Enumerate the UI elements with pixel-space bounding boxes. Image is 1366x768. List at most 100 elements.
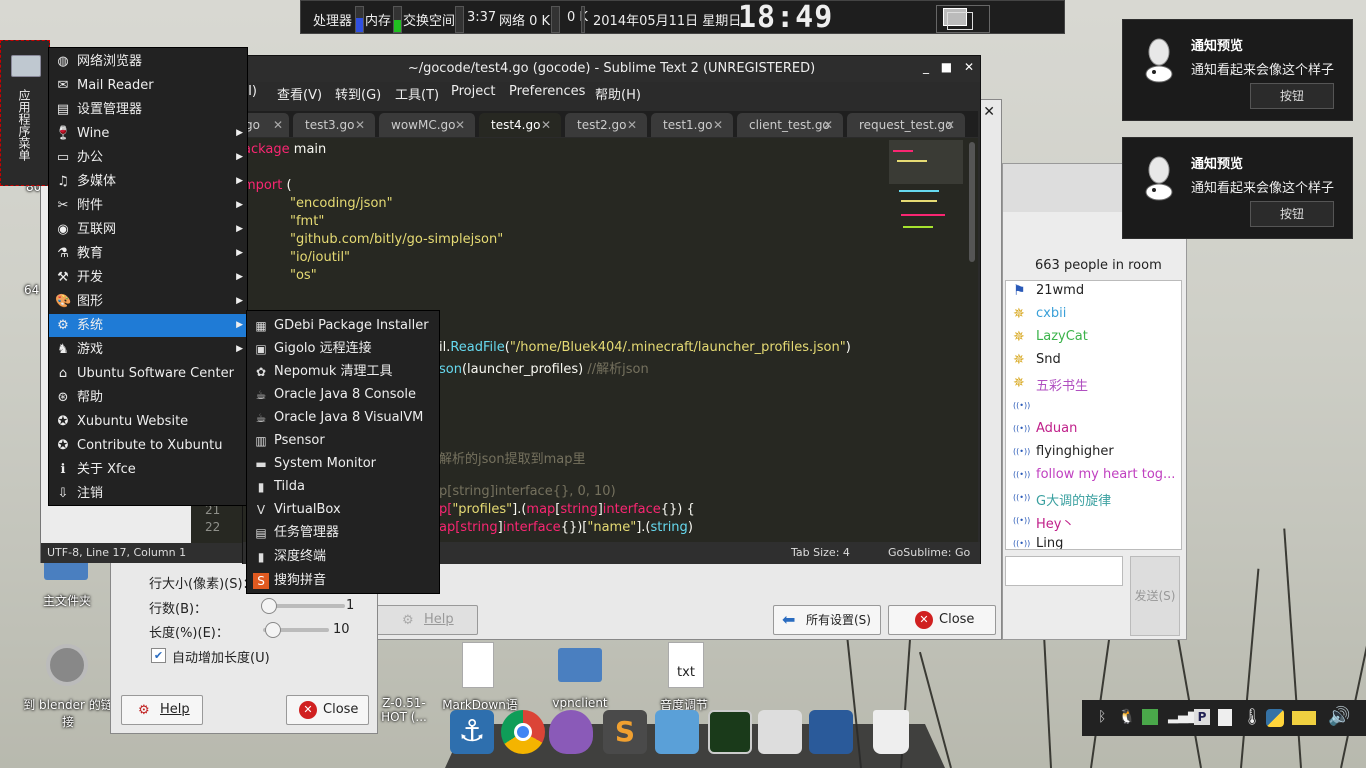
menu-item[interactable]: 工具(T) <box>395 84 439 103</box>
workspace-switcher[interactable] <box>936 5 990 33</box>
desktop-icon-blender[interactable]: 到 blender 的链接 <box>18 640 118 730</box>
help-button[interactable]: ⚙ Help <box>121 695 203 725</box>
menu-item[interactable]: Project <box>451 84 495 99</box>
tab-size-label[interactable]: Tab Size: 4 <box>791 546 850 559</box>
system-submenu-item[interactable]: ☕ Oracle Java 8 VisualVM <box>247 406 439 429</box>
app-menu-item[interactable]: ◍ 网络浏览器 <box>49 50 247 73</box>
menu-item[interactable]: 帮助(H) <box>595 84 641 103</box>
app-menu-item[interactable]: ♞ 游戏 ▶ <box>49 338 247 361</box>
tab-active[interactable]: test4.go ✕ <box>479 113 561 137</box>
tab[interactable]: test3.go ✕ <box>293 113 375 137</box>
app-menu-item[interactable]: ✪ Xubuntu Website <box>49 410 247 433</box>
network-meter[interactable] <box>551 6 560 33</box>
tab[interactable]: client_test.go ✕ <box>737 113 843 137</box>
app-menu-item[interactable]: ✂ 附件 ▶ <box>49 194 247 217</box>
settings-tools-icon[interactable] <box>809 710 853 754</box>
system-monitor-icon[interactable] <box>708 710 752 754</box>
syntax-label[interactable]: GoSublime: Go <box>888 546 970 559</box>
chat-user[interactable]: LazyCat <box>1036 329 1088 344</box>
xfce-mouse-icon[interactable] <box>758 710 802 754</box>
menu-item[interactable]: 转到(G) <box>335 84 381 103</box>
chat-user[interactable]: 21wmd <box>1036 283 1084 298</box>
memory-meter[interactable] <box>393 6 402 33</box>
system-submenu-item[interactable]: ▤ 任务管理器 <box>247 521 439 544</box>
swap-meter[interactable] <box>455 6 464 33</box>
chat-user[interactable]: G大调的旋律 <box>1036 490 1111 509</box>
bluetooth-icon[interactable]: ᛒ <box>1098 709 1106 725</box>
tab[interactable]: go ✕ <box>243 113 289 137</box>
all-settings-button[interactable]: ⬅ 所有设置(S) <box>773 605 881 635</box>
system-submenu-item[interactable]: S 搜狗拼音 <box>247 569 439 592</box>
system-submenu-item[interactable]: ☕ Oracle Java 8 Console <box>247 383 439 406</box>
chat-user[interactable]: cxbii <box>1036 306 1066 321</box>
auto-length-checkbox[interactable]: ✔ <box>151 648 166 663</box>
system-submenu-item[interactable]: ▣ Gigolo 远程连接 <box>247 337 439 360</box>
file-manager-icon[interactable] <box>655 710 699 754</box>
app-menu-item[interactable]: ℹ 关于 Xfce <box>49 458 247 481</box>
trash-icon[interactable] <box>873 710 909 754</box>
system-submenu-item[interactable]: ▥ Psensor <box>247 429 439 452</box>
sublime-icon[interactable]: S <box>603 710 647 754</box>
python-icon[interactable] <box>1266 709 1284 727</box>
application-menu-button[interactable]: 应用程序菜单 <box>0 40 50 186</box>
notification-button[interactable]: 按钮 <box>1250 83 1334 109</box>
recycle-icon[interactable] <box>1142 709 1158 725</box>
close-button[interactable]: ✕ Close <box>888 605 996 635</box>
user-list[interactable]: ⚑ 21wmd ✵ cxbii ✵ LazyCat ✵ Snd ✵ 五彩书生 ((•)) ((•)) A… <box>1005 280 1182 550</box>
chat-user[interactable]: Snd <box>1036 352 1061 367</box>
tab[interactable]: test2.go ✕ <box>565 113 647 137</box>
clipboard-icon[interactable] <box>1218 709 1232 726</box>
app-menu-item[interactable]: ⌂ Ubuntu Software Center <box>49 362 247 385</box>
app-menu-item[interactable]: 🍷 Wine ▶ <box>49 122 247 145</box>
chat-user[interactable]: Aduan <box>1036 421 1077 436</box>
chat-user[interactable]: 五彩书生 <box>1036 375 1088 394</box>
p-icon[interactable]: P <box>1194 709 1210 725</box>
chat-user[interactable]: flyinghigher <box>1036 444 1114 459</box>
anchor-icon[interactable]: ⚓ <box>450 710 494 754</box>
close-icon[interactable]: ✕ <box>964 60 974 74</box>
system-submenu-item[interactable]: V VirtualBox <box>247 498 439 521</box>
app-menu-item[interactable]: ✪ Contribute to Xubuntu <box>49 434 247 457</box>
system-submenu-item[interactable]: ▮ Tilda <box>247 475 439 498</box>
close-icon[interactable]: ✕ <box>983 104 995 120</box>
cpu-meter[interactable] <box>355 6 364 33</box>
clock[interactable]: 18:49 <box>738 1 832 35</box>
help-button[interactable]: ⚙ Help <box>371 605 478 635</box>
app-menu-item[interactable]: ⊛ 帮助 <box>49 386 247 409</box>
chat-user[interactable]: Ling <box>1036 536 1063 549</box>
minimize-icon[interactable]: _ <box>923 60 929 74</box>
tux-icon[interactable]: 🐧 <box>1118 709 1135 725</box>
close-button[interactable]: ✕ Close <box>286 695 369 725</box>
app-menu-item[interactable]: ✉ Mail Reader <box>49 74 247 97</box>
app-menu-item[interactable]: ⚗ 教育 ▶ <box>49 242 247 265</box>
message-input[interactable] <box>1005 556 1123 586</box>
tab[interactable]: test1.go ✕ <box>651 113 733 137</box>
app-menu-item[interactable]: ⇩ 注销 <box>49 482 247 505</box>
minimap[interactable] <box>889 140 963 240</box>
thermometer-icon[interactable]: 🌡 <box>1242 707 1262 726</box>
system-submenu-item[interactable]: ▦ GDebi Package Installer <box>247 314 439 337</box>
chrome-icon[interactable] <box>501 710 545 754</box>
slider-handle[interactable] <box>261 598 277 614</box>
app-menu-item[interactable]: ⚒ 开发 ▶ <box>49 266 247 289</box>
system-submenu-item[interactable]: ▮ 深度终端 <box>247 545 439 568</box>
volume-icon[interactable]: 🔊 <box>1328 706 1350 727</box>
app-menu-item[interactable]: ♫ 多媒体 ▶ <box>49 170 247 193</box>
app-menu-item[interactable]: ▭ 办公 ▶ <box>49 146 247 169</box>
chat-user[interactable]: Hey丶 <box>1036 513 1074 532</box>
menu-item[interactable]: Preferences <box>509 84 585 99</box>
chat-user[interactable]: follow my heart tog... <box>1036 467 1175 482</box>
system-submenu-item[interactable]: ✿ Nepomuk 清理工具 <box>247 360 439 383</box>
pidgin-icon[interactable] <box>549 710 593 754</box>
app-menu-item[interactable]: ▤ 设置管理器 <box>49 98 247 121</box>
notification-button[interactable]: 按钮 <box>1250 201 1334 227</box>
network-meter-2[interactable] <box>581 6 585 33</box>
slider-handle[interactable] <box>265 622 281 638</box>
maximize-icon[interactable]: ■ <box>941 60 952 74</box>
app-menu-item[interactable]: ◉ 互联网 ▶ <box>49 218 247 241</box>
keyboard-icon[interactable] <box>1292 711 1316 725</box>
menu-item[interactable]: 查看(V) <box>277 84 322 103</box>
length-slider[interactable] <box>263 622 329 638</box>
app-menu-item[interactable]: ⚙ 系统 ▶ <box>49 314 247 337</box>
app-menu-item[interactable]: 🎨 图形 ▶ <box>49 290 247 313</box>
